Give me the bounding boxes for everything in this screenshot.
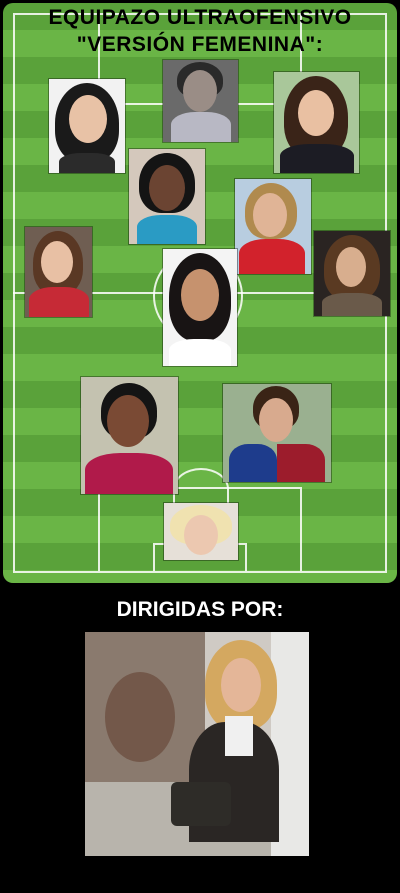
coach-photo <box>85 632 309 856</box>
player-photo-9 <box>80 376 179 495</box>
player-photo-7 <box>313 230 391 317</box>
player-photo-10 <box>222 383 332 483</box>
page-title: EQUIPAZO ULTRAOFENSIVO <box>48 6 352 29</box>
player-photo-8 <box>162 248 238 367</box>
player-photo-11 <box>163 502 239 561</box>
player-photo-2 <box>162 59 239 143</box>
player-photo-6 <box>24 226 93 318</box>
player-photo-1 <box>48 78 126 174</box>
player-photo-5 <box>234 178 312 275</box>
coach-heading: DIRIGIDAS POR: <box>116 598 284 621</box>
player-photo-3 <box>273 71 360 174</box>
page-subtitle: "VERSIÓN FEMENINA": <box>76 33 324 56</box>
player-photo-4 <box>128 148 206 245</box>
